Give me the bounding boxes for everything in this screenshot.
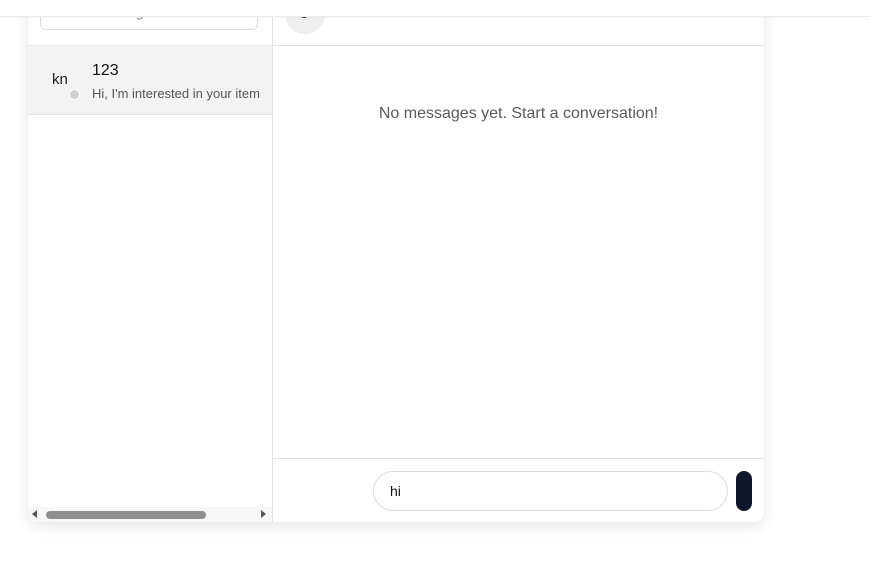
conversation-sidebar: kn 123 Hi, I'm interested in your item	[28, 0, 273, 522]
message-composer	[273, 458, 764, 522]
send-button[interactable]	[736, 471, 752, 511]
top-bar	[0, 0, 870, 17]
message-input[interactable]	[373, 471, 728, 511]
chat-area: U Online No messages yet. Start a conver…	[273, 0, 764, 522]
horizontal-scrollbar[interactable]	[28, 507, 272, 522]
scrollbar-thumb[interactable]	[46, 511, 206, 519]
online-status-dot-icon	[69, 89, 80, 100]
conversation-avatar: kn	[52, 71, 68, 88]
scroll-left-arrow-icon[interactable]	[32, 510, 37, 518]
conversation-name: 123	[92, 62, 119, 79]
messages-panel: kn 123 Hi, I'm interested in your item U…	[28, 0, 764, 522]
empty-state-message: No messages yet. Start a conversation!	[378, 105, 659, 122]
conversation-item[interactable]: kn 123 Hi, I'm interested in your item	[28, 46, 272, 115]
scroll-right-arrow-icon[interactable]	[261, 510, 266, 518]
conversation-preview: Hi, I'm interested in your item	[92, 86, 260, 101]
